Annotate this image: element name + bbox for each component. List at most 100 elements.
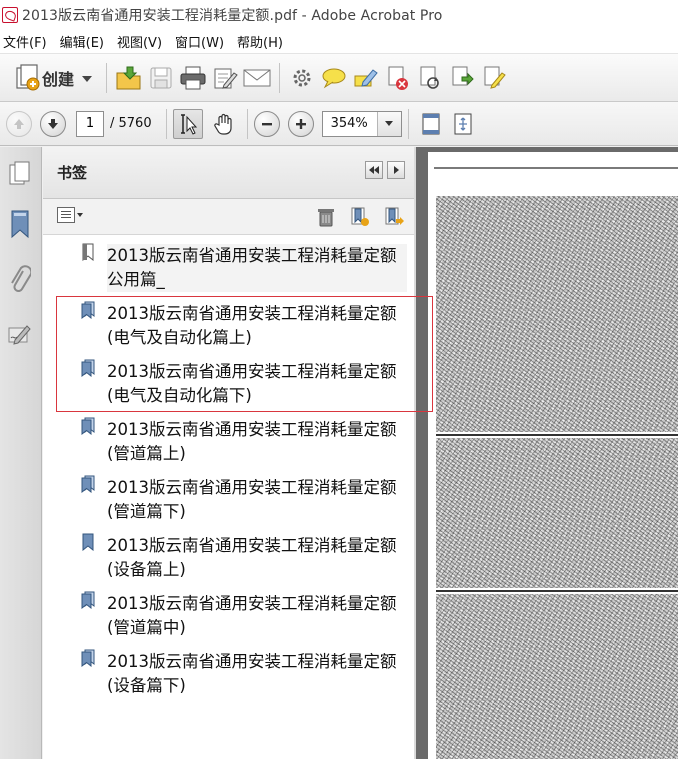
bookmarks-panel-header: 书签 (43, 147, 415, 199)
email-button[interactable] (241, 62, 273, 94)
window-title: 2013版云南省通用安装工程消耗量定额.pdf - Adobe Acrobat … (22, 8, 443, 24)
bookmark-list: 2013版云南省通用安装工程消耗量定额公用篇_ 2013版云南省通用安装工程消耗… (43, 235, 415, 699)
panel-title: 书签 (57, 164, 88, 182)
signatures-button[interactable] (5, 319, 35, 349)
text-cursor-icon (180, 113, 197, 135)
bookmark-label[interactable]: 2013版云南省通用安装工程消耗量定额(电气及自动化篇下) (107, 360, 407, 408)
menu-view[interactable]: 视图(V) (117, 32, 162, 51)
bookmark-multiple-icon (81, 417, 95, 435)
settings-button[interactable] (286, 62, 318, 94)
zoom-out-button[interactable] (253, 110, 280, 137)
extract-page-button[interactable] (446, 62, 478, 94)
bookmark-label[interactable]: 2013版云南省通用安装工程消耗量定额(管道篇中) (107, 592, 407, 640)
page-thumbnails-icon (9, 161, 30, 185)
double-chevron-left-icon (369, 166, 379, 174)
bookmark-label[interactable]: 2013版云南省通用安装工程消耗量定额(电气及自动化篇上) (107, 302, 407, 350)
panel-menu-button[interactable] (387, 161, 405, 179)
menu-edit[interactable]: 编辑(E) (60, 32, 104, 51)
edit-page-icon (214, 68, 238, 89)
chevron-right-icon (394, 166, 399, 174)
delete-bookmark-button[interactable] (313, 205, 339, 229)
bookmark-icon (82, 533, 94, 551)
page-thumbnails-button[interactable] (5, 159, 35, 189)
delete-page-button[interactable] (382, 62, 414, 94)
bookmark-item[interactable]: 2013版云南省通用安装工程消耗量定额(设备篇上) (43, 525, 415, 583)
highlighter-icon (354, 68, 378, 87)
main-toolbar: 创建 (0, 54, 678, 102)
bookmark-options-button[interactable] (57, 207, 83, 223)
bookmark-label[interactable]: 2013版云南省通用安装工程消耗量定额(管道篇下) (107, 476, 407, 524)
page-count: / 5760 (110, 116, 152, 131)
menu-file[interactable]: 文件(F) (3, 32, 47, 51)
page-extract-icon (452, 66, 474, 85)
document-page[interactable] (428, 152, 678, 759)
arrow-up-icon (14, 118, 24, 129)
chevron-down-icon (82, 75, 93, 82)
fit-width-button[interactable] (447, 108, 479, 140)
envelope-icon (243, 69, 271, 86)
collapse-panel-button[interactable] (365, 161, 383, 179)
chevron-down-icon (77, 213, 83, 217)
print-button[interactable] (177, 62, 209, 94)
next-page-button[interactable] (40, 110, 66, 137)
navigation-pane (0, 147, 42, 759)
signature-pen-icon (8, 325, 31, 345)
new-bookmark-button[interactable] (347, 205, 373, 229)
create-button[interactable]: 创建 (14, 62, 93, 94)
bookmark-item[interactable]: 2013版云南省通用安装工程消耗量定额(电气及自动化篇上) (43, 293, 415, 351)
attachments-button[interactable] (5, 265, 35, 295)
fit-width-icon (454, 113, 472, 134)
comment-bubble-icon (322, 68, 346, 88)
zoom-dropdown[interactable]: 354% (321, 110, 402, 137)
toolbar-divider (246, 108, 248, 139)
new-bookmark-icon (351, 207, 369, 226)
bookmark-item[interactable]: 2013版云南省通用安装工程消耗量定额(设备篇下) (43, 641, 415, 699)
bookmark-label[interactable]: 2013版云南省通用安装工程消耗量定额(设备篇下) (107, 650, 407, 698)
toolbar-divider (279, 62, 281, 93)
chevron-down-icon[interactable] (376, 111, 401, 136)
hand-tool-button[interactable] (209, 108, 241, 140)
bookmarks-button[interactable] (5, 209, 35, 239)
toolbar-divider (165, 108, 167, 139)
toolbar-divider (407, 108, 409, 139)
bookmark-multiple-icon (81, 301, 95, 319)
bookmark-item[interactable]: 2013版云南省通用安装工程消耗量定额(管道篇上) (43, 409, 415, 467)
bookmark-icon (82, 243, 94, 261)
fit-page-button[interactable] (415, 108, 447, 140)
more-tools-button[interactable] (478, 62, 510, 94)
bookmarks-toolbar (43, 199, 415, 235)
minus-icon (261, 122, 272, 125)
comment-button[interactable] (318, 62, 350, 94)
page-rule-line (436, 434, 678, 436)
bookmark-label[interactable]: 2013版云南省通用安装工程消耗量定额(设备篇上) (107, 534, 407, 582)
save-button[interactable] (145, 62, 177, 94)
plus-icon (295, 118, 306, 129)
create-pdf-icon (16, 63, 40, 90)
zoom-in-button[interactable] (287, 110, 314, 137)
title-bar: 2013版云南省通用安装工程消耗量定额.pdf - Adobe Acrobat … (0, 0, 678, 30)
page-number-input[interactable] (76, 110, 104, 137)
bookmark-label[interactable]: 2013版云南省通用安装工程消耗量定额公用篇_ (107, 244, 407, 292)
bookmark-item[interactable]: 2013版云南省通用安装工程消耗量定额公用篇_ (43, 235, 415, 293)
navigation-toolbar: / 5760 354% (0, 102, 678, 146)
bookmark-item[interactable]: 2013版云南省通用安装工程消耗量定额(管道篇中) (43, 583, 415, 641)
bookmark-label[interactable]: 2013版云南省通用安装工程消耗量定额(管道篇上) (107, 418, 407, 466)
page-rule-line (436, 590, 678, 592)
menu-window[interactable]: 窗口(W) (175, 32, 224, 51)
open-folder-icon (116, 66, 141, 89)
scanned-image (436, 438, 678, 588)
select-tool-button[interactable] (172, 108, 203, 139)
save-disk-icon (150, 67, 172, 88)
expand-bookmark-button[interactable] (381, 205, 407, 229)
open-button[interactable] (113, 62, 145, 94)
menu-help[interactable]: 帮助(H) (237, 32, 283, 51)
zoom-value[interactable]: 354% (323, 116, 377, 131)
printer-icon (180, 66, 206, 89)
previous-page-button[interactable] (6, 110, 32, 137)
rotate-page-button[interactable] (414, 62, 446, 94)
edit-document-button[interactable] (209, 62, 241, 94)
bookmark-item[interactable]: 2013版云南省通用安装工程消耗量定额(管道篇下) (43, 467, 415, 525)
page-rule-line (434, 167, 678, 169)
highlight-button[interactable] (350, 62, 382, 94)
bookmark-item[interactable]: 2013版云南省通用安装工程消耗量定额(电气及自动化篇下) (43, 351, 415, 409)
